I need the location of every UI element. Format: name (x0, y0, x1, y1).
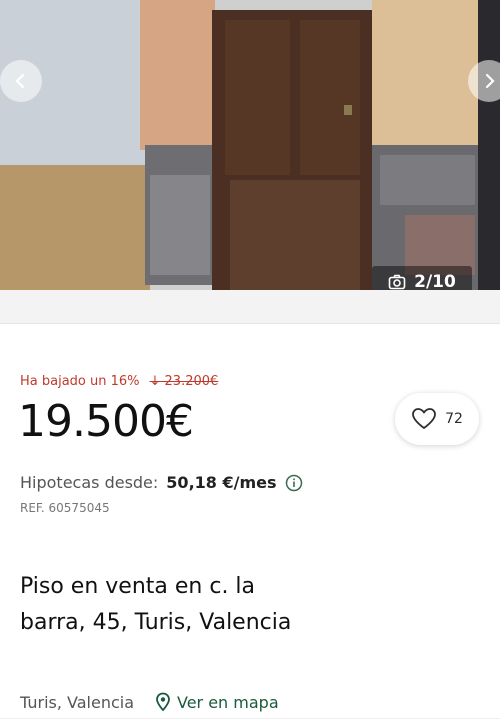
view-map-link[interactable]: Ver en mapa (154, 692, 279, 712)
photo-counter[interactable]: 2/10 (372, 266, 472, 290)
favorites-count: 72 (445, 411, 463, 427)
map-pin-icon (156, 692, 170, 712)
listing-photo[interactable] (0, 0, 500, 290)
mortgage-value: 50,18 €/mes (166, 473, 277, 492)
reference-number: REF. 60575045 (20, 501, 110, 515)
chevron-right-icon (485, 73, 495, 89)
photo-gallery[interactable]: 2/10 (0, 0, 500, 290)
heart-icon (412, 408, 436, 429)
chevron-left-icon (15, 73, 25, 89)
camera-icon (388, 274, 406, 290)
photo-counter-text: 2/10 (414, 272, 456, 290)
bottom-divider (0, 718, 500, 725)
previous-photo-button[interactable] (0, 60, 42, 102)
mortgage-label: Hipotecas desde: (20, 473, 159, 492)
price: 19.500€ (18, 396, 194, 447)
location-text: Turis, Valencia (20, 692, 134, 712)
favorite-button[interactable]: 72 (395, 393, 479, 445)
mortgage-info: Hipotecas desde: 50,18 €/mes (20, 473, 303, 492)
old-price: ↓ 23.200€ (149, 374, 219, 389)
price-drop-info: Ha bajado un 16% ↓ 23.200€ (20, 374, 218, 389)
view-map-label: Ver en mapa (177, 692, 279, 712)
price-drop-text: Ha bajado un 16% (20, 374, 140, 389)
gallery-footer (0, 290, 500, 324)
listing-title: Piso en venta en c. la barra, 45, Turis,… (20, 574, 292, 635)
location-row: Turis, Valencia Ver en mapa (20, 692, 279, 712)
info-icon[interactable] (285, 474, 303, 492)
